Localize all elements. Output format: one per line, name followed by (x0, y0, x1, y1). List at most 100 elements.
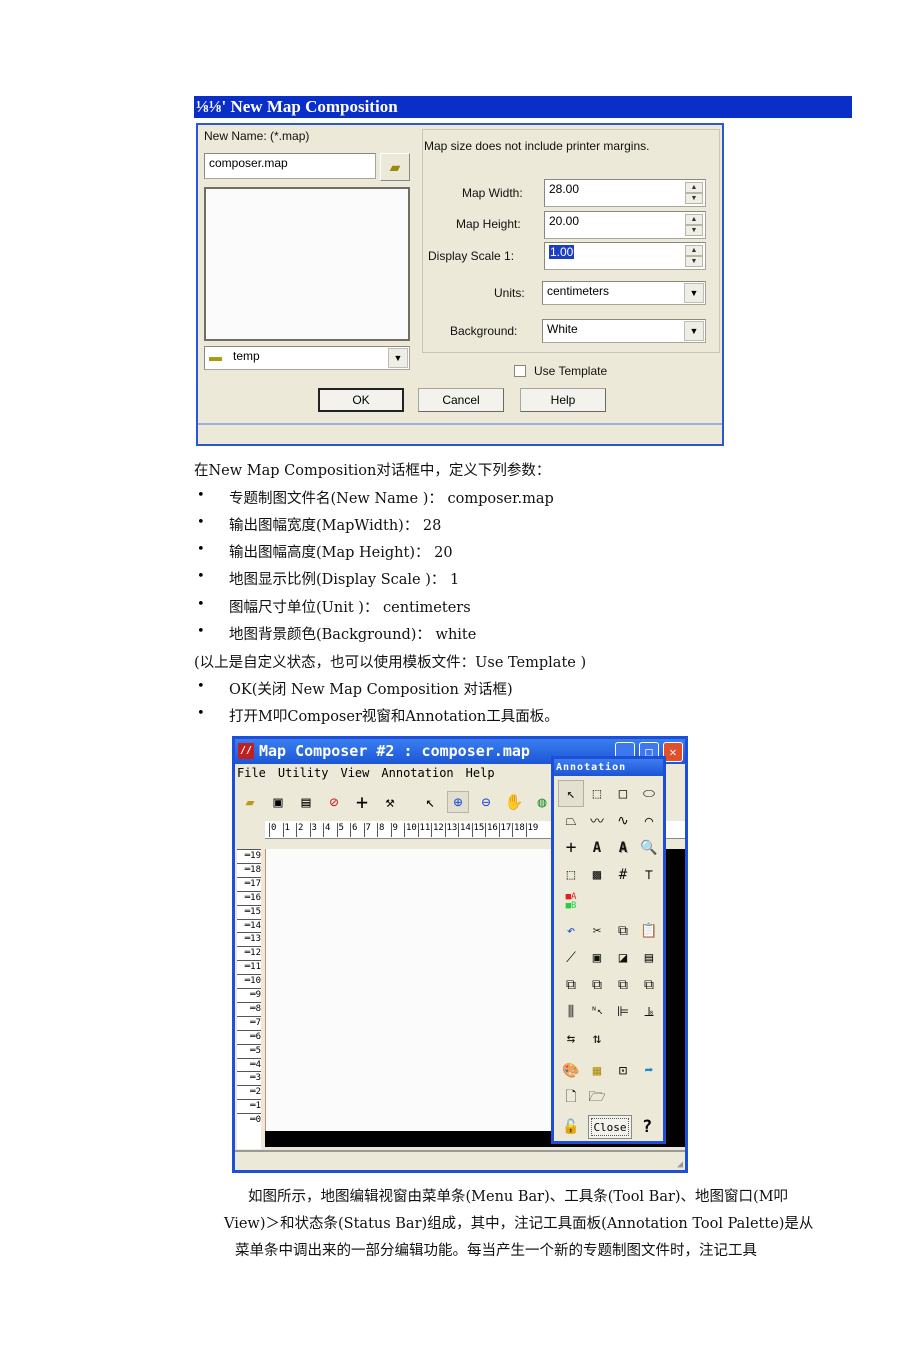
menu-utility[interactable]: Utility (278, 766, 329, 780)
ellipse-icon[interactable]: ⬭ (636, 780, 662, 807)
copy-icon[interactable]: ⧉ (610, 917, 636, 944)
chevron-down-icon[interactable]: ▼ (684, 321, 704, 341)
map-width-input[interactable]: 28.00 ▲ ▼ (544, 179, 706, 207)
text-icon[interactable]: A (584, 834, 610, 861)
align-left-icon[interactable]: ⊫ (610, 998, 636, 1025)
directory-value: temp (233, 349, 260, 363)
chevron-down-icon[interactable]: ▼ (388, 348, 408, 368)
paragraph-line: 菜单条中调出来的一部分编辑功能。每当产生一个新的专题制图文件时，注记工具 (235, 1243, 757, 1259)
undo-icon[interactable]: ↶ (558, 917, 584, 944)
picture-icon[interactable]: ▩ (584, 861, 610, 888)
hammer-icon[interactable]: ⚒ (379, 791, 401, 813)
param-background: 地图背景颜色(Background)： white (229, 627, 477, 643)
ruler-tick-label: 0 (269, 823, 276, 837)
export-icon[interactable]: ➦ (636, 1057, 662, 1084)
zoom-in-icon[interactable]: ⊕ (447, 791, 469, 813)
bullet: • (197, 597, 205, 612)
cancel-button[interactable]: Cancel (418, 388, 504, 412)
crosshair-icon[interactable]: + (558, 834, 584, 861)
ruler-tick-label: 14 (458, 823, 471, 837)
close-window-button[interactable]: ✕ (663, 742, 683, 762)
cut-icon[interactable]: ✂ (584, 917, 610, 944)
curve-icon[interactable]: ∿ (610, 807, 636, 834)
ruler-tick-label: ═5 (237, 1043, 261, 1057)
menu-help[interactable]: Help (466, 766, 495, 780)
grid-icon[interactable]: # (610, 861, 636, 888)
menu-file[interactable]: File (237, 766, 266, 780)
clear-icon[interactable]: ⊘ (323, 791, 345, 813)
ruler-tick-label: 4 (323, 823, 330, 837)
background-dropdown[interactable]: White ▼ (542, 319, 706, 343)
directory-dropdown[interactable]: ▬ temp ▼ (204, 346, 410, 370)
ok-button[interactable]: OK (318, 388, 404, 412)
select-arrow-icon[interactable]: ↖ (419, 791, 441, 813)
param-map-width: 输出图幅宽度(MapWidth)： 28 (229, 518, 442, 534)
ruler-tick-label: 2 (296, 823, 303, 837)
properties-icon[interactable]: ▤ (636, 944, 662, 971)
help-button[interactable]: Help (520, 388, 606, 412)
pan-hand-icon[interactable]: ✋ (503, 791, 525, 813)
rectangle-icon[interactable]: □ (610, 780, 636, 807)
map-width-label: Map Width: (462, 186, 523, 200)
ungroup-icon[interactable]: ◪ (610, 944, 636, 971)
zoom-out-icon[interactable]: ⊖ (475, 791, 497, 813)
open-page-icon[interactable]: 🗁 (584, 1084, 610, 1111)
send-back-icon[interactable]: ⧉ (610, 971, 636, 998)
close-palette-button[interactable]: Close (588, 1115, 632, 1139)
polyline-icon[interactable]: 〰 (584, 807, 610, 834)
flip-horizontal-icon[interactable]: ⇆ (558, 1025, 584, 1052)
send-backward-icon[interactable]: ⧉ (636, 971, 662, 998)
marquee-select-icon[interactable]: ⬚ (584, 780, 610, 807)
menu-view[interactable]: View (340, 766, 369, 780)
palette-color-icon[interactable]: 🎨 (558, 1057, 584, 1084)
crosshair-icon[interactable]: + (351, 790, 373, 814)
ruler-tick-label: 18 (512, 823, 525, 837)
scale-bar-icon[interactable]: ⊤ (636, 861, 662, 888)
display-scale-input[interactable]: 1.00 ▲ ▼ (544, 242, 706, 270)
map-width-spinner[interactable]: ▲ ▼ (685, 182, 703, 204)
ruler-tick-label: ═16 (237, 890, 261, 904)
ruler-tick-label: ═7 (237, 1015, 261, 1029)
north-arrow-icon[interactable]: ᴺ↖ (584, 998, 610, 1025)
align-center-icon[interactable]: ⫼ (558, 998, 584, 1025)
map-height-spinner[interactable]: ▲ ▼ (685, 214, 703, 236)
zoom-magnifier-icon[interactable]: 🔍 (636, 834, 662, 861)
legend-icon[interactable]: ■A ■B (558, 888, 584, 915)
bring-forward-icon[interactable]: ⧉ (584, 971, 610, 998)
arc-icon[interactable]: ⌒ (636, 807, 662, 834)
chevron-down-icon[interactable]: ▼ (684, 283, 704, 303)
text-shadow-icon[interactable]: A (610, 834, 636, 861)
units-dropdown[interactable]: centimeters ▼ (542, 281, 706, 305)
select-arrow-icon[interactable]: ↖ (558, 780, 584, 807)
folder-icon: ▬ (209, 349, 222, 364)
polygon-icon[interactable]: ⏢ (558, 807, 584, 834)
group-icon[interactable]: ▣ (584, 944, 610, 971)
display-scale-spinner[interactable]: ▲ ▼ (685, 245, 703, 267)
palette-title-bar[interactable]: Annotation (554, 759, 663, 776)
file-list[interactable] (204, 187, 410, 341)
new-page-icon[interactable]: 🗋 (558, 1084, 584, 1111)
help-icon[interactable]: ? (642, 1117, 652, 1137)
map-height-input[interactable]: 20.00 ▲ ▼ (544, 211, 706, 239)
reshape-icon[interactable]: ⟋ (558, 944, 584, 971)
paste-icon[interactable]: 📋 (636, 917, 662, 944)
save-icon[interactable]: ▣ (267, 791, 289, 813)
resize-grip-icon[interactable]: ◢ (677, 1159, 683, 1170)
zoom-fit-icon[interactable]: ⊡ (610, 1057, 636, 1084)
table-icon[interactable]: ▦ (584, 1057, 610, 1084)
ruler-tick-label: ═17 (237, 876, 261, 890)
globe-icon[interactable]: ◍ (531, 791, 553, 813)
menu-annotation[interactable]: Annotation (381, 766, 453, 780)
frame-icon[interactable]: ⬚ (558, 861, 584, 888)
browse-folder-button[interactable]: ▰ (380, 153, 410, 181)
use-template-checkbox[interactable] (514, 365, 526, 377)
bring-front-icon[interactable]: ⧉ (558, 971, 584, 998)
lock-icon[interactable]: 🔓 (562, 1119, 579, 1135)
flip-vertical-icon[interactable]: ⇅ (584, 1025, 610, 1052)
display-scale-value: 1.00 (549, 245, 575, 259)
background-value: White (547, 322, 578, 336)
print-icon[interactable]: ▤ (295, 791, 317, 813)
align-bottom-icon[interactable]: ⫡ (636, 998, 662, 1025)
open-icon[interactable]: ▰ (239, 791, 261, 813)
new-name-input[interactable]: composer.map (204, 153, 376, 179)
